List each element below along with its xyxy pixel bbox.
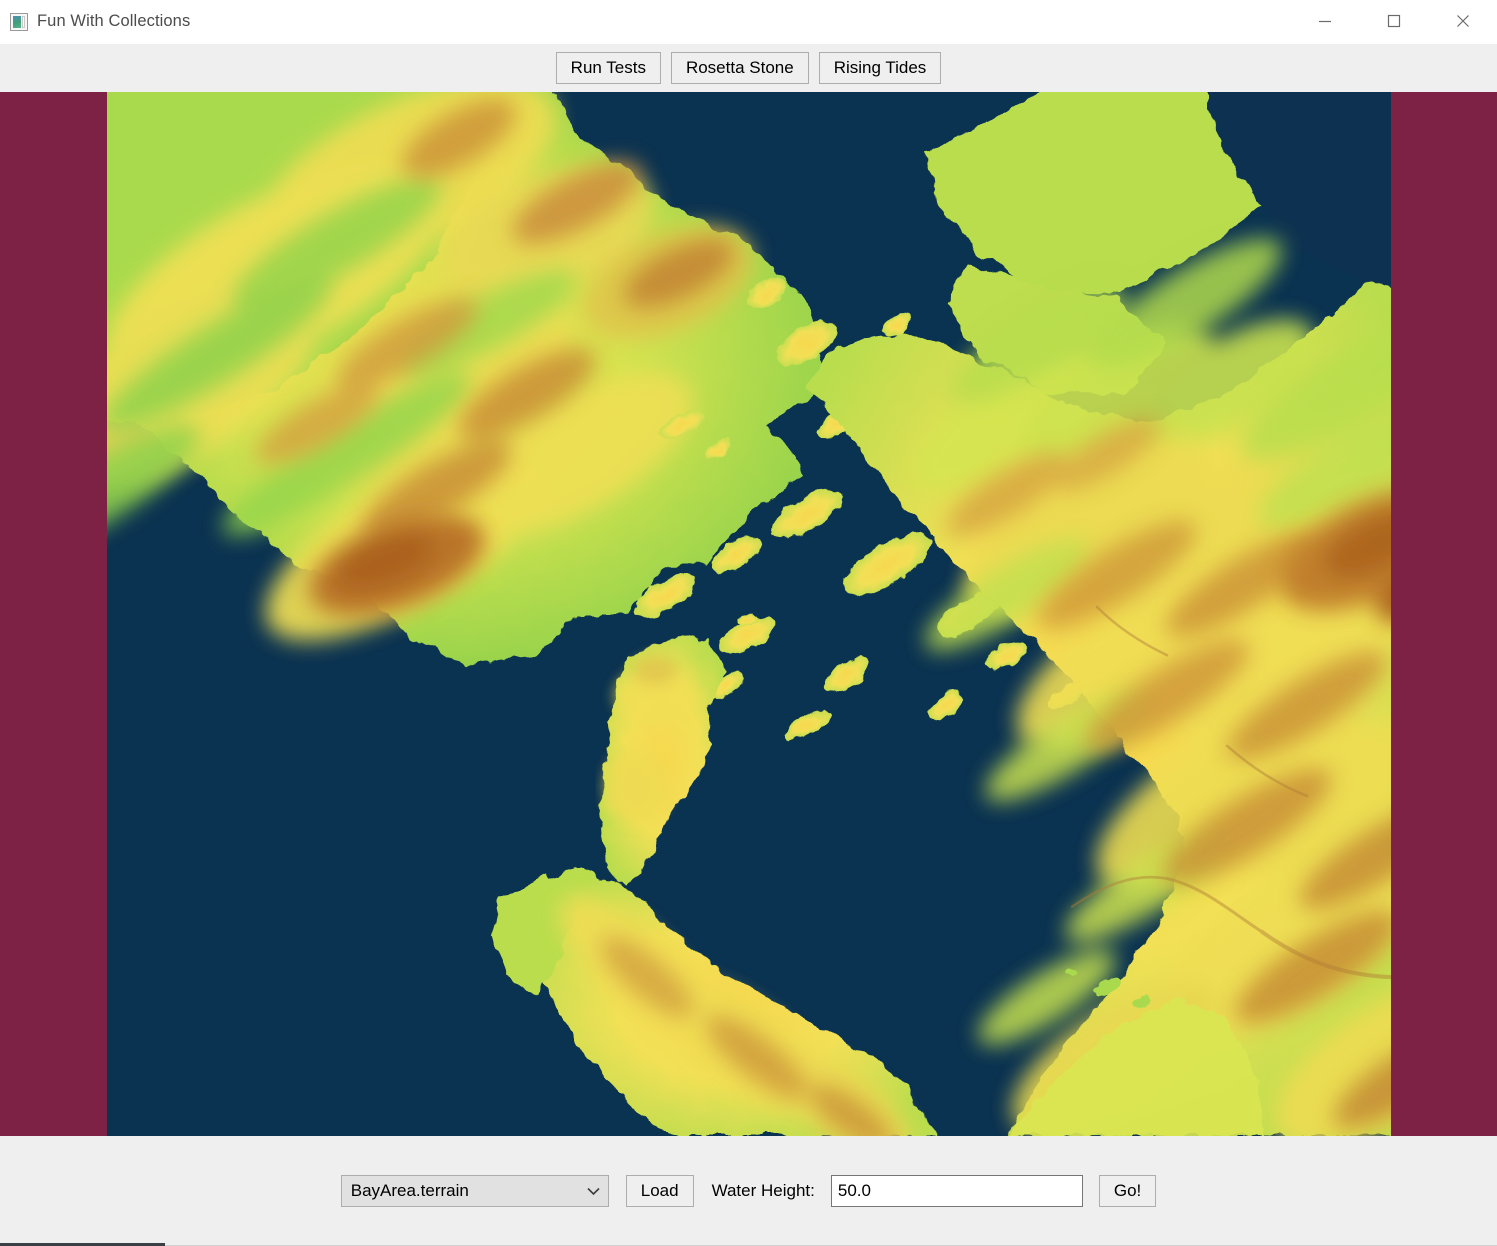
go-button[interactable]: Go! xyxy=(1098,1175,1157,1207)
bottom-toolbar: BayArea.terrain Load Water Height: Go! xyxy=(0,1136,1497,1246)
app-window-image-icon xyxy=(10,12,28,31)
maximize-button[interactable] xyxy=(1359,0,1428,44)
terrain-file-select-value: BayArea.terrain xyxy=(350,1181,469,1200)
minimize-icon xyxy=(1314,10,1336,35)
chevron-down-icon xyxy=(587,1181,600,1201)
terrain-view-background xyxy=(0,92,1497,1136)
minimize-button[interactable] xyxy=(1290,0,1359,44)
close-icon xyxy=(1452,10,1474,35)
window-controls xyxy=(1290,0,1497,44)
water-height-label: Water Height: xyxy=(711,1181,815,1200)
close-button[interactable] xyxy=(1428,0,1497,44)
water-height-input[interactable] xyxy=(830,1175,1083,1207)
load-button[interactable]: Load xyxy=(625,1175,694,1207)
terrain-map-canvas[interactable] xyxy=(106,92,1391,1136)
title-bar: Fun With Collections xyxy=(0,0,1497,44)
application-window: Fun With Collections Run Tests Rosetta S… xyxy=(0,0,1497,1246)
horizontal-scrollbar[interactable] xyxy=(0,1242,1497,1246)
run-tests-button[interactable]: Run Tests xyxy=(555,52,661,84)
top-toolbar: Run Tests Rosetta Stone Rising Tides xyxy=(0,44,1497,92)
terrain-file-select[interactable]: BayArea.terrain xyxy=(340,1175,609,1207)
rising-tides-button[interactable]: Rising Tides xyxy=(818,52,942,84)
rosetta-stone-button[interactable]: Rosetta Stone xyxy=(670,52,809,84)
maximize-icon xyxy=(1383,10,1405,35)
window-title: Fun With Collections xyxy=(37,12,191,30)
